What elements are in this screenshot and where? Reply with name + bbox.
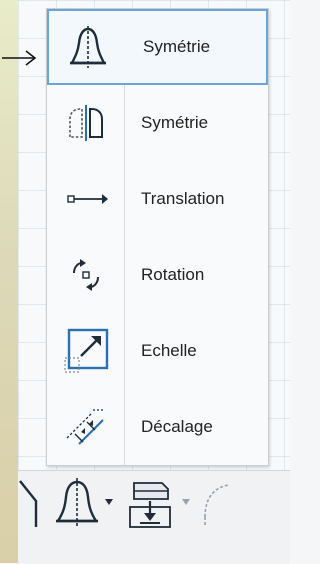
- insert-block-icon[interactable]: [126, 477, 174, 531]
- arc-tool-icon[interactable]: [201, 477, 231, 531]
- partial-tool-icon[interactable]: [18, 479, 40, 529]
- menu-item-echelle[interactable]: Echelle: [47, 313, 268, 389]
- dropdown-arrow-icon[interactable]: [181, 497, 191, 507]
- offset-icon: [47, 389, 124, 465]
- mirror-bell-icon: [49, 9, 126, 85]
- mirror-copy-icon: [47, 85, 124, 161]
- dropdown-arrow-icon[interactable]: [104, 497, 114, 507]
- translation-arrow-icon: [47, 161, 124, 237]
- menu-item-label: Translation: [141, 189, 225, 208]
- transform-menu: Symétrie Symétrie Translation Rotation E…: [46, 8, 269, 466]
- menu-item-rotation[interactable]: Rotation: [47, 237, 268, 313]
- bottom-toolbar: [18, 470, 290, 564]
- symmetry-tool-icon[interactable]: [54, 477, 100, 529]
- menu-item-label: Echelle: [141, 341, 197, 360]
- menu-item-label: Symétrie: [143, 37, 211, 56]
- menu-item-label: Décalage: [141, 417, 213, 436]
- menu-item-symetrie[interactable]: Symétrie: [47, 9, 268, 85]
- menu-item-translation[interactable]: Translation: [47, 161, 268, 237]
- pointer-arrow-icon: [2, 50, 37, 66]
- scale-icon: [47, 313, 124, 389]
- rotation-icon: [47, 237, 124, 313]
- menu-item-label: Rotation: [141, 265, 205, 284]
- menu-item-decalage[interactable]: Décalage: [47, 389, 268, 465]
- left-panel-strip: [0, 0, 18, 563]
- menu-item-symetrie-copy[interactable]: Symétrie: [47, 85, 268, 161]
- menu-item-label: Symétrie: [141, 113, 209, 132]
